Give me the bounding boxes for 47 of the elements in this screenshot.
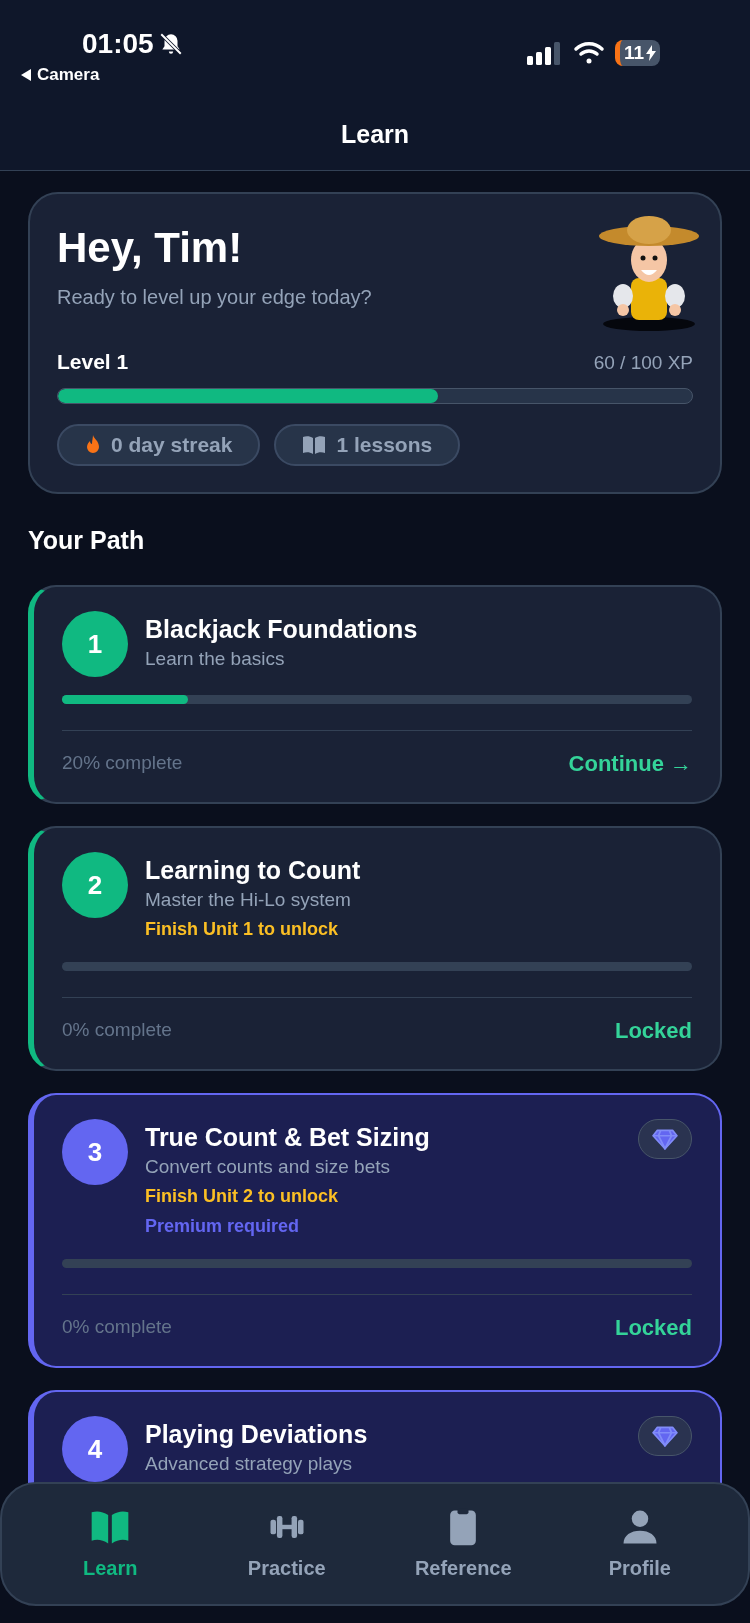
tab-bar-item[interactable]: Learn [35,1505,186,1583]
tab-bar-item[interactable]: Practice [211,1505,362,1583]
unit-action-link[interactable]: Continue → [568,747,692,780]
unit-subtitle: Learn the basics [145,647,286,671]
unlock-hint: Finish Unit 1 to unlock [145,918,339,941]
level-label: Level 1 [57,349,129,375]
unit-number-badge: 4 [62,1416,128,1482]
unit-subtitle: Master the Hi-Lo system [145,888,352,912]
section-title: Your Path [28,525,145,554]
screen-title: Learn [340,118,410,150]
xp-text: 60 / 100 XP [593,351,693,375]
status-time: 01:05 [82,27,154,61]
completion-text: 0% complete [62,1315,172,1340]
book-icon [302,434,327,455]
unit-number-badge: 2 [62,852,128,918]
completion-text: 0% complete [62,1018,172,1043]
completion-text: 20% complete [62,751,183,776]
unit-action-link[interactable]: Locked [614,1014,692,1047]
signal-icon [526,41,563,65]
unit-action-link[interactable]: Locked [614,1311,692,1344]
chip-label: 1 lessons [336,431,433,458]
diamond-icon [652,1128,678,1150]
unit-title: Playing Deviations [145,1419,369,1450]
unit-number-badge: 3 [62,1119,128,1185]
chip-label: 0 day streak [111,431,233,458]
greeting-subtitle: Ready to level up your edge today? [57,285,372,310]
unit-title: Blackjack Foundations [145,614,419,645]
tab-bar-item[interactable]: Reference [388,1505,539,1583]
premium-note: Premium required [145,1215,301,1238]
unit-card[interactable]: 3 True Count & Bet Sizing Convert counts and size bets Finish Unit 2 to unlock Premium required 0% complete Locked [28,1093,722,1368]
unlock-hint: Finish Unit 2 to unlock [145,1185,339,1208]
diamond-icon [652,1425,678,1447]
battery-indicator: 11 [614,40,660,66]
unit-subtitle: Advanced strategy plays [145,1452,353,1476]
unit-title: Learning to Count [145,855,362,886]
flame-icon [85,434,101,455]
unit-card[interactable]: 1 Blackjack Foundations Learn the basics 20% complete Continue → [28,585,722,804]
unit-subtitle: Convert counts and size bets [145,1155,392,1179]
back-to-camera-link[interactable]: Camera [37,62,100,88]
wifi-icon [572,41,605,65]
unit-number-badge: 1 [62,611,128,677]
greeting-title: Hey, Tim! [57,223,244,273]
tab-bar-item[interactable]: Profile [564,1505,715,1583]
unit-title: True Count & Bet Sizing [145,1122,431,1153]
unit-card[interactable]: 2 Learning to Count Master the Hi-Lo system Finish Unit 1 to unlock 0% complete Locked [28,826,722,1071]
back-triangle-icon[interactable] [20,67,32,82]
bell-slash-icon [157,31,184,57]
